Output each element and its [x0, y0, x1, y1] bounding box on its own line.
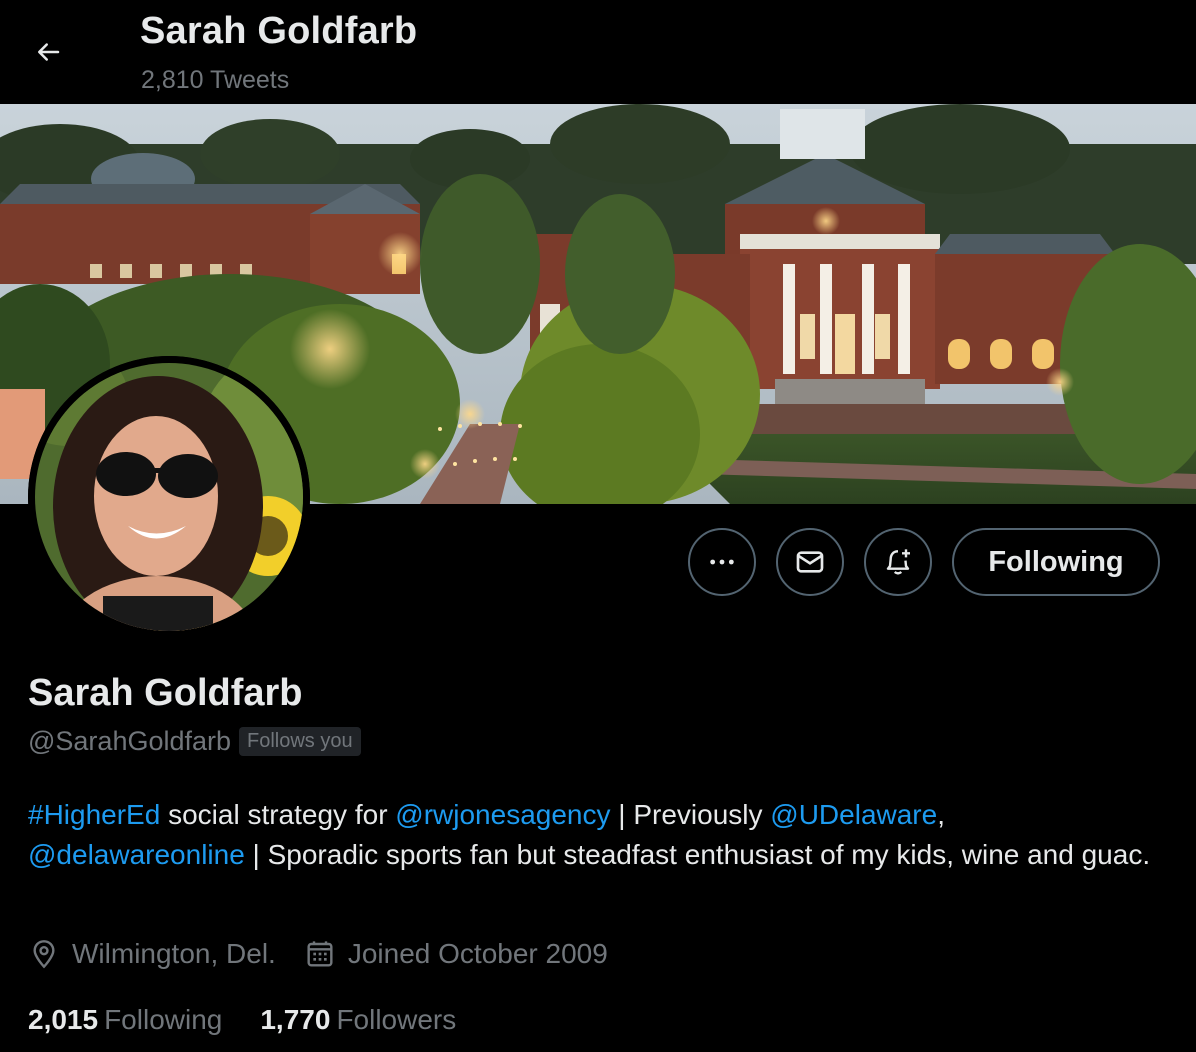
bell-plus-icon [886, 549, 910, 575]
avatar[interactable] [28, 356, 310, 638]
bio-text: | Previously [610, 799, 771, 830]
following-button[interactable]: Following [952, 528, 1160, 596]
profile-handle: @SarahGoldfarb [28, 726, 232, 756]
mention-link[interactable]: @UDelaware [770, 799, 937, 830]
profile-meta: Wilmington, Del. Joined October 2009 [28, 938, 636, 970]
following-label: Following [104, 1004, 223, 1035]
location-pin-icon [33, 940, 55, 969]
following-count-link[interactable]: 2,015 Following [28, 1004, 222, 1036]
arrow-left-icon [38, 43, 60, 61]
location-text: Wilmington, Del. [72, 938, 276, 969]
handle-row: @SarahGoldfarb Follows you [28, 726, 361, 757]
bio-text: social strategy for [160, 799, 396, 830]
back-button[interactable] [24, 28, 72, 76]
message-button[interactable] [776, 528, 844, 596]
followers-count: 1,770 [260, 1004, 331, 1035]
bio-text: , [937, 799, 945, 830]
profile-header: Sarah Goldfarb 2,810 Tweets [0, 0, 1196, 104]
profile-name: Sarah Goldfarb [28, 672, 303, 714]
more-button[interactable] [688, 528, 756, 596]
mention-link[interactable]: @rwjonesagency [395, 799, 610, 830]
profile-bio: #HigherEd social strategy for @rwjonesag… [28, 795, 1158, 875]
notifications-button[interactable] [864, 528, 932, 596]
joined-text: Joined October 2009 [347, 938, 608, 969]
more-horizontal-icon [710, 559, 734, 565]
joined-item: Joined October 2009 [304, 938, 608, 970]
profile-photo [28, 356, 310, 638]
mention-link[interactable]: @delawareonline [28, 839, 245, 870]
followers-label: Followers [336, 1004, 457, 1035]
header-title: Sarah Goldfarb [140, 10, 418, 52]
envelope-icon [796, 551, 824, 573]
bio-text: | Sporadic sports fan but steadfast enth… [244, 839, 1151, 870]
followers-count-link[interactable]: 1,770 Followers [260, 1004, 456, 1036]
following-count: 2,015 [28, 1004, 99, 1035]
tweet-count: 2,810 Tweets [141, 66, 290, 94]
follows-you-badge: Follows you [239, 727, 361, 756]
hashtag-link[interactable]: #HigherEd [28, 799, 160, 830]
calendar-icon [307, 941, 333, 967]
location-item: Wilmington, Del. [28, 938, 276, 970]
profile-stats: 2,015 Following 1,770 Followers [28, 1004, 494, 1036]
